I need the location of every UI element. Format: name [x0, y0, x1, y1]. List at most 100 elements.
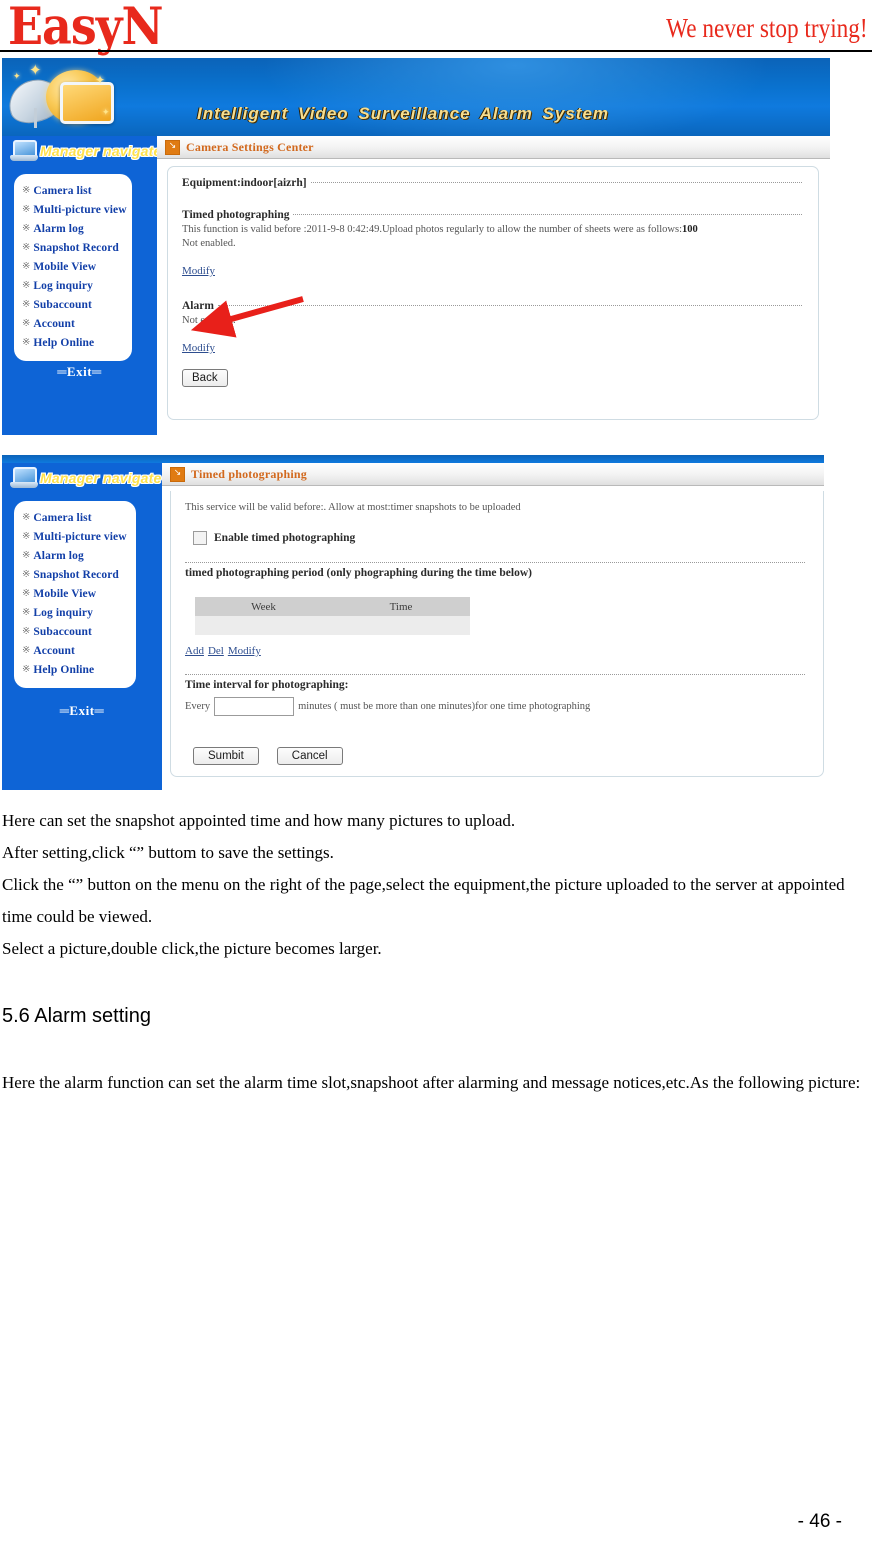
submit-button[interactable]: Sumbit: [193, 747, 259, 765]
service-notice: This service will be valid before:. Allo…: [185, 502, 521, 513]
timed-sheet-count: 100: [682, 224, 698, 235]
settings-panel: Equipment:indoor[aizrh] Timed photograph…: [167, 166, 819, 420]
sidebar-item-alarm-log[interactable]: ※ Alarm log: [14, 546, 136, 565]
sidebar-item-help-online[interactable]: ※ Help Online: [14, 333, 132, 352]
sidebar-item-label: Subaccount: [33, 298, 92, 311]
sidebar-item-multi-picture-view[interactable]: ※ Multi-picture view: [14, 527, 136, 546]
panel-title: Camera Settings Center: [186, 139, 314, 154]
timed-photographing-section: Timed photographing This function is val…: [182, 209, 802, 279]
cell-week: [195, 616, 332, 635]
sidebar-item-snapshot-record[interactable]: ※ Snapshot Record: [14, 565, 136, 584]
sidebar-item-log-inquiry[interactable]: ※ Log inquiry: [14, 603, 136, 622]
timed-status: Not enabled.: [182, 238, 236, 249]
sidebar-item-label: Camera list: [33, 184, 92, 197]
sidebar-item-alarm-log[interactable]: ※ Alarm log: [14, 219, 132, 238]
sidebar-item-label: Alarm log: [33, 549, 84, 562]
asterisk-icon: ※: [22, 241, 31, 253]
alarm-status: Not enabled.: [182, 315, 236, 326]
dotted-rule: [217, 305, 802, 306]
sidebar-item-label: Snapshot Record: [33, 568, 119, 581]
timed-valid-sentence: This function is valid before :2011-9-8 …: [182, 224, 683, 235]
alarm-heading: Alarm: [182, 300, 802, 312]
nav-header-label: Manager navigate: [40, 143, 162, 159]
asterisk-icon: ※: [22, 587, 31, 599]
column-header-time: Time: [332, 597, 470, 616]
alarm-section: Alarm Not enabled. Modify Back: [182, 300, 802, 387]
cell-time: [332, 616, 470, 635]
page-title: 5.6 Alarm setting: [2, 1005, 151, 1027]
cancel-button[interactable]: Cancel: [276, 747, 343, 765]
timed-heading-label: Timed photographing: [182, 209, 290, 221]
exit-link[interactable]: ═Exit═: [2, 703, 162, 719]
asterisk-icon: ※: [22, 184, 31, 196]
interval-prefix: Every: [185, 701, 211, 712]
app-banner: ✦ ✦ ✦ ✦ Intelligent Video Surveillance A…: [2, 58, 830, 136]
asterisk-icon: ※: [22, 663, 31, 675]
sidebar-item-label: Mobile View: [33, 587, 97, 600]
laptop-icon: [10, 140, 38, 164]
sidebar-item-help-online[interactable]: ※ Help Online: [14, 660, 136, 679]
interval-suffix: minutes ( must be more than one minutes)…: [298, 701, 591, 712]
sidebar-item-label: Log inquiry: [33, 606, 93, 619]
main-content: ↘ Timed photographing This service will …: [162, 463, 824, 790]
table-row[interactable]: [195, 616, 470, 635]
del-link[interactable]: Del: [208, 645, 224, 657]
laptop-icon: [10, 467, 38, 491]
alarm-heading-label: Alarm: [182, 300, 214, 312]
section-paragraph-text: Here the alarm function can set the alar…: [2, 1073, 861, 1092]
sidebar-item-log-inquiry[interactable]: ※ Log inquiry: [14, 276, 132, 295]
timed-modify-link[interactable]: Modify: [182, 265, 215, 277]
sidebar-item-subaccount[interactable]: ※ Subaccount: [14, 295, 132, 314]
asterisk-icon: ※: [22, 625, 31, 637]
sidebar-item-mobile-view[interactable]: ※ Mobile View: [14, 584, 136, 603]
asterisk-icon: ※: [22, 644, 31, 656]
brand-tagline: We never stop trying!: [666, 14, 868, 44]
page-number: - 46 -: [797, 1511, 842, 1532]
modify-link[interactable]: Modify: [228, 645, 261, 657]
sidebar-item-mobile-view[interactable]: ※ Mobile View: [14, 257, 132, 276]
sidebar: Manager navigate ※ Camera list ※ Multi-p…: [2, 136, 161, 435]
sidebar-item-label: Alarm log: [33, 222, 84, 235]
sidebar: Manager navigate ※ Camera list ※ Multi-p…: [2, 463, 162, 790]
sidebar-item-camera-list[interactable]: ※ Camera list: [14, 181, 132, 200]
sidebar-item-label: Log inquiry: [33, 279, 93, 292]
instruction-line-1: Here can set the snapshot appointed time…: [2, 811, 516, 830]
sidebar-item-account[interactable]: ※ Account: [14, 641, 136, 660]
instruction-line-4: Select a picture,double click,the pictur…: [2, 939, 382, 958]
period-table: Week Time: [195, 597, 470, 635]
interval-heading-label: Time interval for photographing:: [185, 679, 349, 691]
exit-link[interactable]: ═Exit═: [2, 364, 157, 380]
dotted-rule: [185, 673, 805, 675]
star-icon: ✦: [13, 71, 21, 81]
sidebar-item-label: Subaccount: [33, 625, 92, 638]
enable-timed-photographing-row[interactable]: Enable timed photographing: [193, 531, 355, 545]
add-link[interactable]: Add: [185, 645, 204, 657]
nav-header: Manager navigate: [2, 463, 162, 497]
timed-valid-text: This function is valid before :2011-9-8 …: [182, 223, 802, 237]
arrow-box-icon: ↘: [170, 466, 185, 482]
interval-heading: Time interval for photographing:: [185, 679, 805, 691]
sidebar-item-account[interactable]: ※ Account: [14, 314, 132, 333]
sidebar-item-label: Multi-picture view: [33, 203, 127, 216]
main-content: ↘ Camera Settings Center Equipment:indoo…: [157, 136, 830, 435]
asterisk-icon: ※: [22, 222, 31, 234]
period-section: timed photographing period (only phograp…: [185, 561, 805, 579]
sidebar-item-multi-picture-view[interactable]: ※ Multi-picture view: [14, 200, 132, 219]
asterisk-icon: ※: [22, 336, 31, 348]
sidebar-item-snapshot-record[interactable]: ※ Snapshot Record: [14, 238, 132, 257]
alarm-modify-link[interactable]: Modify: [182, 342, 215, 354]
enable-timed-photographing-checkbox[interactable]: [193, 531, 207, 545]
row-actions: Add Del Modify: [185, 641, 261, 659]
panel-titlebar: ↘ Camera Settings Center: [157, 136, 830, 159]
asterisk-icon: ※: [22, 260, 31, 272]
back-button[interactable]: Back: [182, 369, 228, 387]
sidebar-item-label: Account: [33, 317, 75, 330]
interval-minutes-input[interactable]: [214, 697, 295, 716]
sidebar-item-subaccount[interactable]: ※ Subaccount: [14, 622, 136, 641]
dotted-rule: [310, 182, 802, 183]
period-heading-label: timed photographing period (only phograp…: [185, 567, 532, 579]
sidebar-item-camera-list[interactable]: ※ Camera list: [14, 508, 136, 527]
dotted-rule: [185, 561, 805, 563]
header-divider: [0, 50, 872, 52]
sidebar-item-label: Multi-picture view: [33, 530, 127, 543]
